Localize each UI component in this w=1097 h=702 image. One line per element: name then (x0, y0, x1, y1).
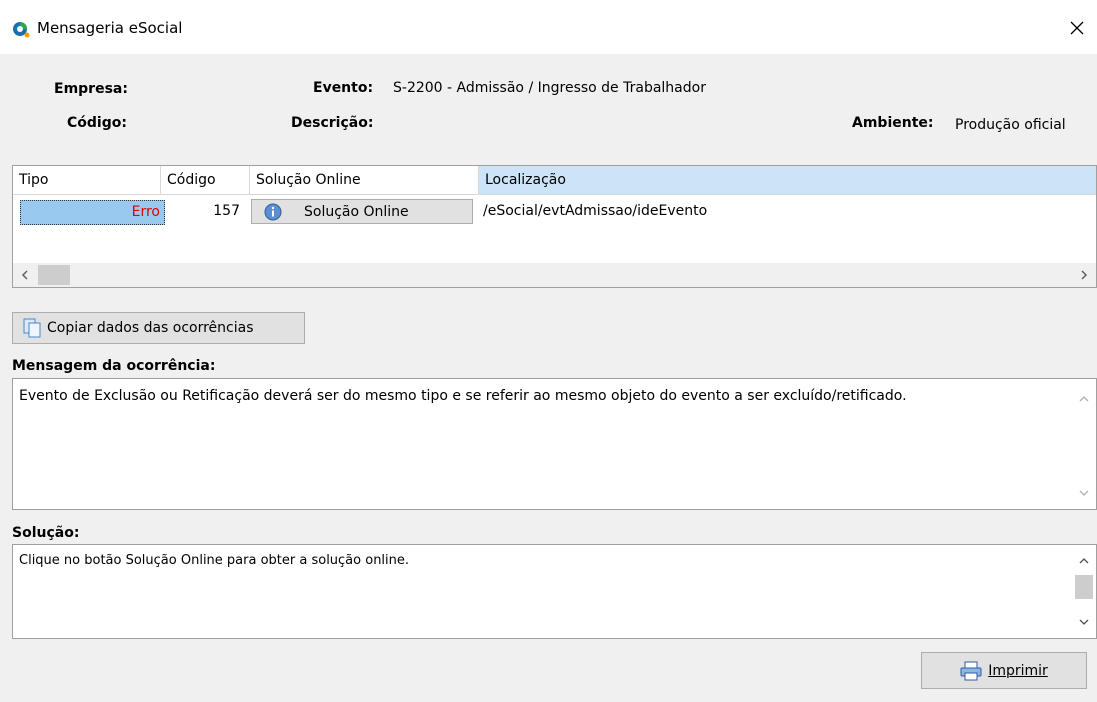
ambiente-value: Produção oficial (955, 117, 1066, 133)
esocial-logo-icon (13, 22, 30, 38)
cell-localizacao[interactable]: /eSocial/evtAdmissao/ideEvento (483, 198, 1083, 225)
chevron-up-icon (1079, 558, 1089, 564)
scrollbar-thumb[interactable] (38, 265, 70, 285)
info-icon (264, 203, 282, 220)
column-header-localizacao[interactable]: Localização (479, 166, 1096, 195)
mensagem-text: Evento de Exclusão ou Retificação deverá… (19, 388, 907, 404)
solucao-textbox[interactable]: Clique no botão Solução Online para obte… (12, 544, 1097, 639)
solucao-scrollbar[interactable] (1072, 545, 1096, 638)
scroll-down-button[interactable] (1072, 483, 1096, 503)
chevron-down-icon (1079, 619, 1089, 625)
ambiente-label: Ambiente: (852, 115, 934, 131)
column-header-tipo[interactable]: Tipo (13, 166, 161, 195)
scroll-up-button[interactable] (1072, 389, 1096, 409)
print-button[interactable]: Imprimir (921, 652, 1087, 689)
solucao-text: Clique no botão Solução Online para obte… (19, 553, 410, 568)
printer-icon (960, 661, 982, 680)
descricao-label: Descrição: (291, 115, 374, 131)
solucao-online-label: Solução Online (304, 203, 409, 220)
evento-label: Evento: (313, 80, 374, 96)
empresa-label: Empresa: (54, 81, 128, 97)
cell-codigo[interactable]: 157 (160, 198, 244, 225)
scroll-right-button[interactable] (1072, 263, 1096, 287)
chevron-up-icon (1079, 396, 1089, 402)
scroll-left-button[interactable] (13, 263, 37, 287)
close-button[interactable] (1062, 13, 1092, 43)
codigo-label: Código: (67, 115, 127, 131)
scroll-up-button[interactable] (1072, 551, 1096, 571)
close-icon (1070, 21, 1084, 35)
chevron-right-icon (1081, 270, 1088, 280)
scroll-down-button[interactable] (1072, 612, 1096, 632)
evento-value: S-2200 - Admissão / Ingresso de Trabalha… (393, 80, 706, 96)
copy-occurrences-button[interactable]: Copiar dados das ocorrências (12, 312, 305, 344)
solucao-online-button[interactable]: Solução Online (251, 199, 473, 224)
cell-tipo[interactable]: Erro (20, 200, 165, 225)
chevron-down-icon (1079, 490, 1089, 496)
chevron-left-icon (21, 270, 28, 280)
occurrences-grid: Tipo Código Solução Online Localização E… (12, 165, 1097, 288)
mensagem-label: Mensagem da ocorrência: (12, 358, 216, 374)
horizontal-scrollbar[interactable] (13, 263, 1096, 287)
title-bar: Mensageria eSocial (0, 0, 1097, 54)
solucao-label: Solução: (12, 525, 80, 541)
mensagem-textbox[interactable]: Evento de Exclusão ou Retificação deverá… (12, 378, 1097, 510)
print-label: Imprimir (988, 662, 1048, 679)
scrollbar-thumb[interactable] (1075, 575, 1093, 599)
copy-occurrences-label: Copiar dados das ocorrências (47, 320, 254, 336)
window-title: Mensageria eSocial (37, 19, 183, 37)
column-header-solucao-online[interactable]: Solução Online (250, 166, 479, 195)
mensagem-scrollbar[interactable] (1072, 379, 1096, 509)
column-header-codigo[interactable]: Código (161, 166, 250, 195)
copy-icon (23, 318, 41, 338)
